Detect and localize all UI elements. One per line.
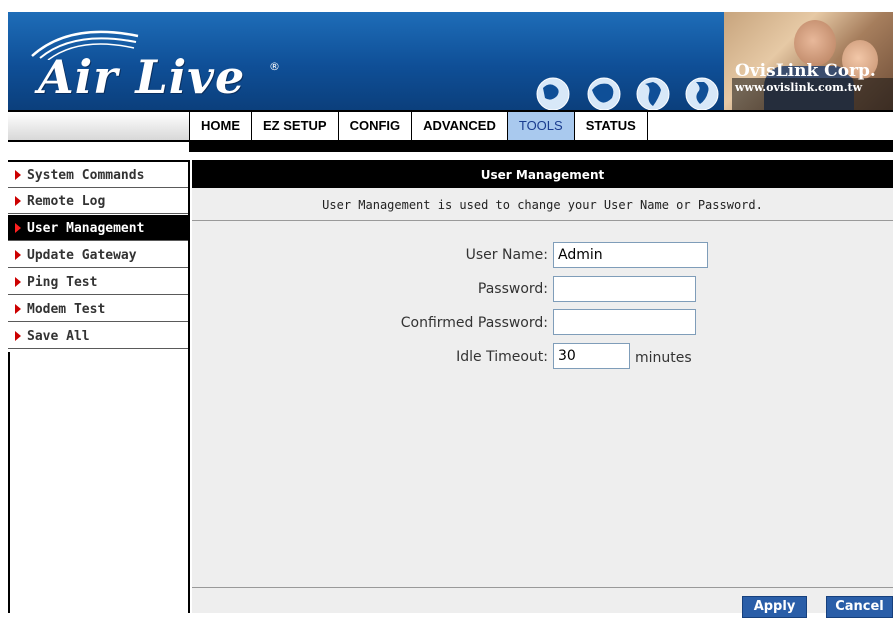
tab-advanced[interactable]: ADVANCED [412, 112, 508, 140]
sidebar-item-label: User Management [27, 221, 145, 236]
cancel-button[interactable]: Cancel [826, 596, 893, 618]
sidebar-item-ping-test[interactable]: Ping Test [8, 269, 188, 295]
sidebar-item-label: Update Gateway [27, 248, 137, 263]
sidebar: System Commands Remote Log User Manageme… [8, 160, 190, 613]
tab-tools[interactable]: TOOLS [507, 112, 575, 140]
sidebar-item-user-management[interactable]: User Management [8, 215, 188, 241]
arrow-right-icon [15, 223, 21, 233]
nav-tabs: HOME EZ SETUP CONFIG ADVANCED TOOLS STAT… [190, 112, 648, 140]
page-description: User Management is used to change your U… [192, 188, 893, 221]
password-input[interactable] [553, 276, 696, 302]
apply-button[interactable]: Apply [742, 596, 807, 618]
nav-divider [8, 142, 893, 152]
username-label: User Name: [465, 247, 548, 263]
arrow-right-icon [15, 304, 21, 314]
confirm-password-label: Confirmed Password: [400, 315, 548, 331]
idle-timeout-input[interactable] [553, 343, 630, 369]
sidebar-item-label: Save All [27, 329, 90, 344]
sidebar-item-label: Modem Test [27, 302, 106, 317]
idle-timeout-unit: minutes [635, 350, 692, 366]
nav-spacer [8, 112, 190, 140]
globe-icon [685, 77, 719, 110]
globe-icon [636, 77, 670, 110]
footer-divider [192, 587, 893, 588]
sidebar-item-label: Ping Test [27, 275, 98, 290]
top-nav: HOME EZ SETUP CONFIG ADVANCED TOOLS STAT… [8, 110, 893, 142]
sidebar-item-remote-log[interactable]: Remote Log [8, 188, 188, 214]
sidebar-item-update-gateway[interactable]: Update Gateway [8, 242, 188, 268]
main-content: User Management User Management is used … [192, 160, 893, 618]
tab-status[interactable]: STATUS [574, 112, 648, 140]
arrow-right-icon [15, 170, 21, 180]
brand-logo: Air Live [38, 50, 246, 104]
idle-timeout-label: Idle Timeout: [456, 349, 548, 365]
confirm-password-input[interactable] [553, 309, 696, 335]
username-input[interactable] [553, 242, 708, 268]
sidebar-item-modem-test[interactable]: Modem Test [8, 296, 188, 322]
tab-home[interactable]: HOME [190, 112, 252, 140]
corp-url: www.ovislink.com.tw [735, 81, 863, 94]
sidebar-border [8, 352, 10, 613]
password-label: Password: [477, 281, 548, 297]
arrow-right-icon [15, 196, 21, 206]
globe-icon [536, 77, 570, 110]
sidebar-item-label: Remote Log [27, 194, 106, 209]
tab-config[interactable]: CONFIG [338, 112, 413, 140]
arrow-right-icon [15, 331, 21, 341]
registered-mark: ® [269, 60, 280, 73]
arrow-right-icon [15, 277, 21, 287]
sidebar-item-system-commands[interactable]: System Commands [8, 162, 188, 188]
sidebar-item-label: System Commands [27, 168, 145, 183]
arrow-right-icon [15, 250, 21, 260]
globe-icon [587, 77, 621, 110]
corp-name: OvisLink Corp. [735, 61, 876, 81]
page-title: User Management [192, 160, 893, 188]
sidebar-item-save-all[interactable]: Save All [8, 323, 188, 349]
tab-ez-setup[interactable]: EZ SETUP [252, 112, 339, 140]
